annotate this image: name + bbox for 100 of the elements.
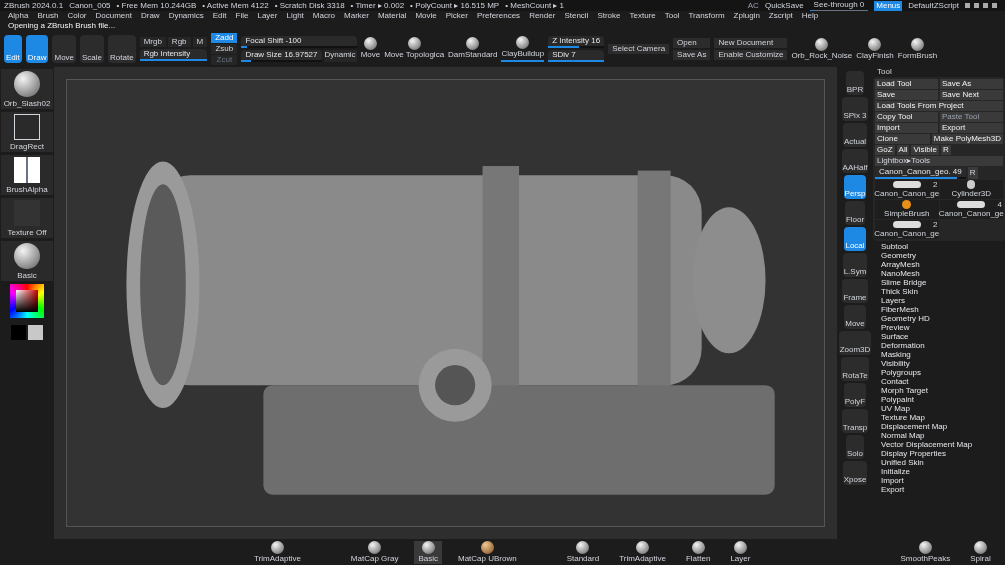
view-button[interactable]: Zoom3D xyxy=(838,331,872,355)
shelf-slot[interactable]: Orb_Slash02 xyxy=(1,69,53,109)
menu-item[interactable]: File xyxy=(235,11,249,21)
document-button[interactable]: Enable Customize xyxy=(714,50,788,60)
tool-button[interactable]: Import xyxy=(875,123,938,133)
color-picker[interactable] xyxy=(10,284,44,318)
view-button[interactable]: Xpose xyxy=(842,461,868,485)
brush-button[interactable]: Orb_Rock_Noise xyxy=(791,37,853,61)
tool-button[interactable]: Copy Tool xyxy=(875,112,938,122)
z-mode-button[interactable]: Zadd xyxy=(211,33,238,43)
subpalette-item[interactable]: Export xyxy=(881,485,1005,494)
tool-button[interactable]: Load Tools From Project xyxy=(875,101,1003,111)
view-button[interactable]: Floor xyxy=(844,201,866,225)
mode-button[interactable]: Rotate xyxy=(108,35,136,63)
quicksave-button[interactable]: QuickSave xyxy=(764,0,804,11)
subpalette-item[interactable]: Unified Skin xyxy=(881,458,1005,467)
channel-button[interactable]: Rgb xyxy=(167,37,191,47)
channel-button[interactable]: Mrgb xyxy=(139,37,166,47)
menu-item[interactable]: Macro xyxy=(312,11,336,21)
menu-item[interactable]: Dynamics xyxy=(168,11,204,21)
subpalette-item[interactable]: Display Properties xyxy=(881,449,1005,458)
dynamic-button[interactable]: Dynamic xyxy=(323,50,357,62)
tool-button[interactable]: Visible xyxy=(911,145,939,155)
select-camera-button[interactable]: Select Camera xyxy=(608,44,670,54)
tool-button[interactable]: GoZ xyxy=(875,145,895,155)
menu-item[interactable]: Edit xyxy=(212,11,227,21)
subpalette-item[interactable]: Geometry HD xyxy=(881,314,1005,323)
document-button[interactable]: New Document xyxy=(714,38,788,48)
shelf-button[interactable]: MatCap UBrown xyxy=(453,540,521,564)
view-button[interactable]: L.Sym xyxy=(842,253,868,277)
file-button[interactable]: Save As xyxy=(673,50,711,60)
z-mode-button[interactable]: Zsub xyxy=(211,44,238,54)
menu-item[interactable]: Stencil xyxy=(564,11,589,21)
menu-item[interactable]: Movie xyxy=(415,11,437,21)
tool-thumbnail[interactable]: Cylinder3D xyxy=(939,180,1003,199)
menus-button[interactable]: Menus xyxy=(874,0,903,11)
subpalette-item[interactable]: Polypaint xyxy=(881,395,1005,404)
shelf-button[interactable]: MatCap Gray xyxy=(346,540,403,564)
menu-item[interactable]: Help xyxy=(801,11,819,21)
see-through-slider[interactable]: See-through 0 xyxy=(809,0,869,11)
menu-item[interactable]: Texture xyxy=(629,11,656,21)
view-button[interactable]: Actual xyxy=(842,123,868,147)
brush-button[interactable]: FormBrush xyxy=(897,37,938,61)
subpalette-item[interactable]: UV Map xyxy=(881,404,1005,413)
mode-button[interactable]: Draw xyxy=(25,35,49,63)
slider[interactable]: Draw Size 16.97527 xyxy=(241,50,322,62)
shelf-slot[interactable]: BrushAlpha xyxy=(1,155,53,195)
subpalette-item[interactable]: Normal Map xyxy=(881,431,1005,440)
subpalette-item[interactable]: Masking xyxy=(881,350,1005,359)
shelf-slot[interactable]: Texture Off xyxy=(1,198,53,238)
tool-button[interactable]: Save As xyxy=(940,79,1003,89)
slider[interactable]: Z Intensity 16 xyxy=(548,36,605,48)
view-button[interactable]: RotaTe xyxy=(841,357,869,381)
menu-item[interactable]: Picker xyxy=(445,11,468,21)
subpalette-item[interactable]: Texture Map xyxy=(881,413,1005,422)
shelf-button[interactable]: TrimAdaptive xyxy=(250,540,305,564)
view-button[interactable]: Frame xyxy=(842,279,868,303)
menu-item[interactable]: Render xyxy=(529,11,556,21)
lightbox-button[interactable]: Lightbox▸Tools xyxy=(875,156,1003,166)
menu-item[interactable]: Stroke xyxy=(597,11,621,21)
slider[interactable]: Focal Shift -100 xyxy=(241,36,357,48)
subpalette-item[interactable]: Morph Target xyxy=(881,386,1005,395)
view-button[interactable]: BPR xyxy=(845,71,865,95)
subpalette-item[interactable]: FiberMesh xyxy=(881,305,1005,314)
tool-button[interactable]: Make PolyMesh3D xyxy=(931,134,1003,144)
tool-button[interactable]: All xyxy=(896,145,910,155)
subpalette-item[interactable]: Polygroups xyxy=(881,368,1005,377)
tool-button[interactable]: Export xyxy=(940,123,1003,133)
menu-item[interactable]: Tool xyxy=(664,11,680,21)
menu-item[interactable]: Document xyxy=(95,11,132,21)
rgb-intensity-slider[interactable]: Rgb Intensity xyxy=(139,49,208,61)
tool-button[interactable]: Save Next xyxy=(940,90,1003,100)
subpalette-item[interactable]: Deformation xyxy=(881,341,1005,350)
menu-item[interactable]: Color xyxy=(67,11,87,21)
shelf-button[interactable]: Basic xyxy=(414,540,442,564)
view-button[interactable]: PolyF xyxy=(843,383,867,407)
subpalette-item[interactable]: Contact xyxy=(881,377,1005,386)
menu-item[interactable]: Material xyxy=(377,11,407,21)
menu-item[interactable]: Brush xyxy=(37,11,59,21)
subpalette-item[interactable]: ArrayMesh xyxy=(881,260,1005,269)
tool-button[interactable]: Save xyxy=(875,90,938,100)
subpalette-item[interactable]: Initialize xyxy=(881,467,1005,476)
main-color-swatch[interactable] xyxy=(11,325,26,340)
subpalette-item[interactable]: Thick Skin xyxy=(881,287,1005,296)
menu-item[interactable]: Light xyxy=(286,11,304,21)
menu-item[interactable]: Layer xyxy=(257,11,278,21)
subpalette-item[interactable]: Preview xyxy=(881,323,1005,332)
shelf-button[interactable]: Layer xyxy=(726,540,755,564)
view-button[interactable]: SPix 3 xyxy=(842,97,868,121)
tool-thumbnail[interactable]: Canon_Canon_ge 2 xyxy=(875,220,939,239)
menu-item[interactable]: Zplugin xyxy=(733,11,760,21)
subpalette-item[interactable]: Layers xyxy=(881,296,1005,305)
subpalette-item[interactable]: Subtool xyxy=(881,242,1005,251)
secondary-color-swatch[interactable] xyxy=(28,325,43,340)
tool-button[interactable]: R xyxy=(940,145,951,155)
r-button[interactable]: R xyxy=(967,167,978,179)
tool-thumbnail[interactable]: Canon_Canon_ge 4 xyxy=(939,200,1003,219)
file-button[interactable]: Open xyxy=(673,38,711,48)
subpalette-item[interactable]: Geometry xyxy=(881,251,1005,260)
subpalette-item[interactable]: Import xyxy=(881,476,1005,485)
